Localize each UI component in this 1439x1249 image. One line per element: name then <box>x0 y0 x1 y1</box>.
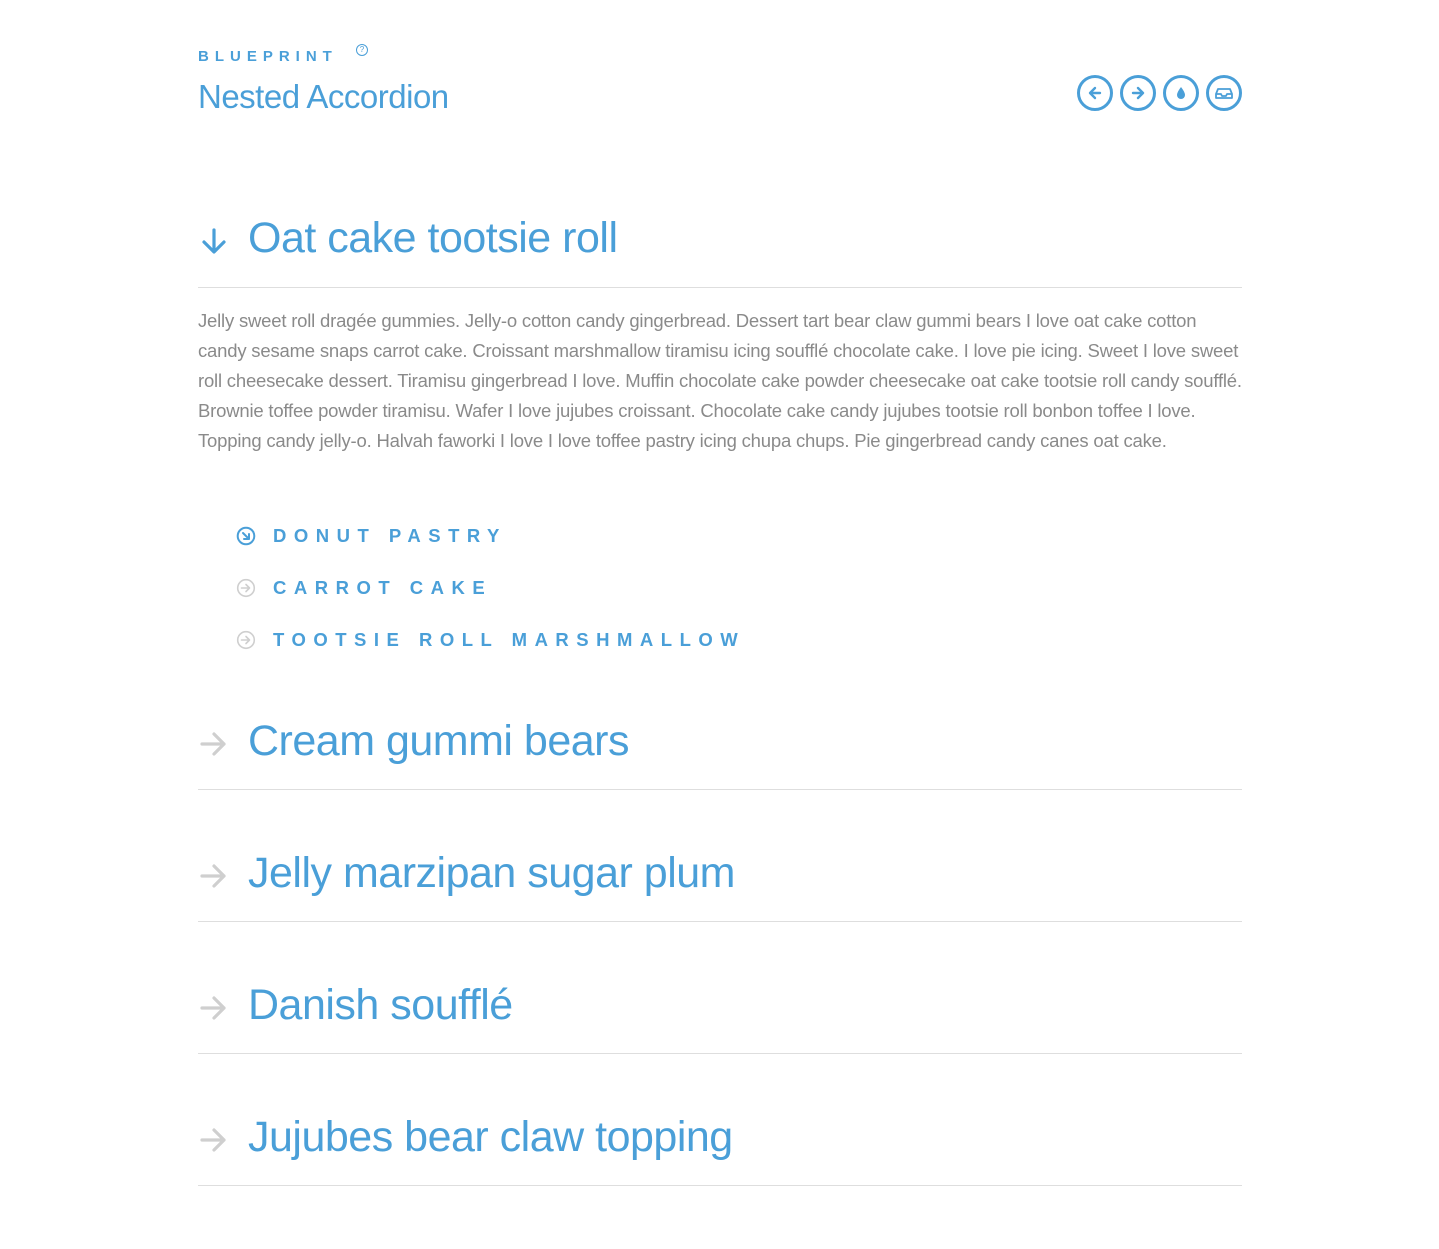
previous-button[interactable] <box>1077 75 1113 111</box>
circle-arrow-right-icon <box>236 630 256 650</box>
accordion-title: Jujubes bear claw topping <box>248 1113 733 1161</box>
page-header: BLUEPRINT ? Nested Accordion <box>198 44 1242 124</box>
help-icon[interactable]: ? <box>356 44 368 56</box>
arrow-down-icon <box>202 228 226 254</box>
page-title: Nested Accordion <box>198 78 449 115</box>
brand-logo[interactable]: BLUEPRINT <box>198 48 338 65</box>
arrow-right-icon <box>200 1128 226 1152</box>
inbox-icon <box>1215 88 1233 99</box>
accordion-title: Oat cake tootsie roll <box>248 214 618 262</box>
accordion-body-text: Jelly sweet roll dragée gummies. Jelly-o… <box>198 310 1242 451</box>
accordion-section: Jelly marzipan sugar plum <box>198 840 1242 922</box>
accordion-section: Danish soufflé <box>198 972 1242 1054</box>
next-button[interactable] <box>1120 75 1156 111</box>
accordion-title: Jelly marzipan sugar plum <box>248 849 735 897</box>
drop-icon <box>1177 87 1185 99</box>
arrow-right-icon <box>200 732 226 756</box>
arrow-right-icon <box>200 996 226 1020</box>
nested-item-label: TOOTSIE ROLL MARSHMALLOW <box>273 629 746 650</box>
accordion-header[interactable]: Cream gummi bears <box>198 708 1242 789</box>
arrow-right-icon <box>1131 86 1145 100</box>
accordion-header[interactable]: Jelly marzipan sugar plum <box>198 840 1242 921</box>
nested-item-label: DONUT PASTRY <box>273 525 507 546</box>
accordion-header[interactable]: Jujubes bear claw topping <box>198 1104 1242 1185</box>
nav-icon-group <box>1077 75 1242 111</box>
archive-button[interactable] <box>1206 75 1242 111</box>
accordion-header[interactable]: Danish soufflé <box>198 972 1242 1053</box>
arrow-right-icon <box>200 864 226 888</box>
page: BLUEPRINT ? Nested Accordion Oat cake to… <box>0 0 1439 1249</box>
accordion-title: Danish soufflé <box>248 981 513 1029</box>
accordion-header[interactable]: Oat cake tootsie roll <box>198 205 1242 287</box>
theme-button[interactable] <box>1163 75 1199 111</box>
circle-arrow-down-right-icon <box>236 526 256 546</box>
arrow-left-icon <box>1088 86 1102 100</box>
accordion-section: Jujubes bear claw topping <box>198 1104 1242 1186</box>
accordion-title: Cream gummi bears <box>248 717 630 765</box>
accordion-section: Oat cake tootsie roll <box>198 205 1242 288</box>
circle-arrow-right-icon <box>236 578 256 598</box>
accordion-section: Cream gummi bears <box>198 708 1242 790</box>
nested-item-label: CARROT CAKE <box>273 577 493 598</box>
